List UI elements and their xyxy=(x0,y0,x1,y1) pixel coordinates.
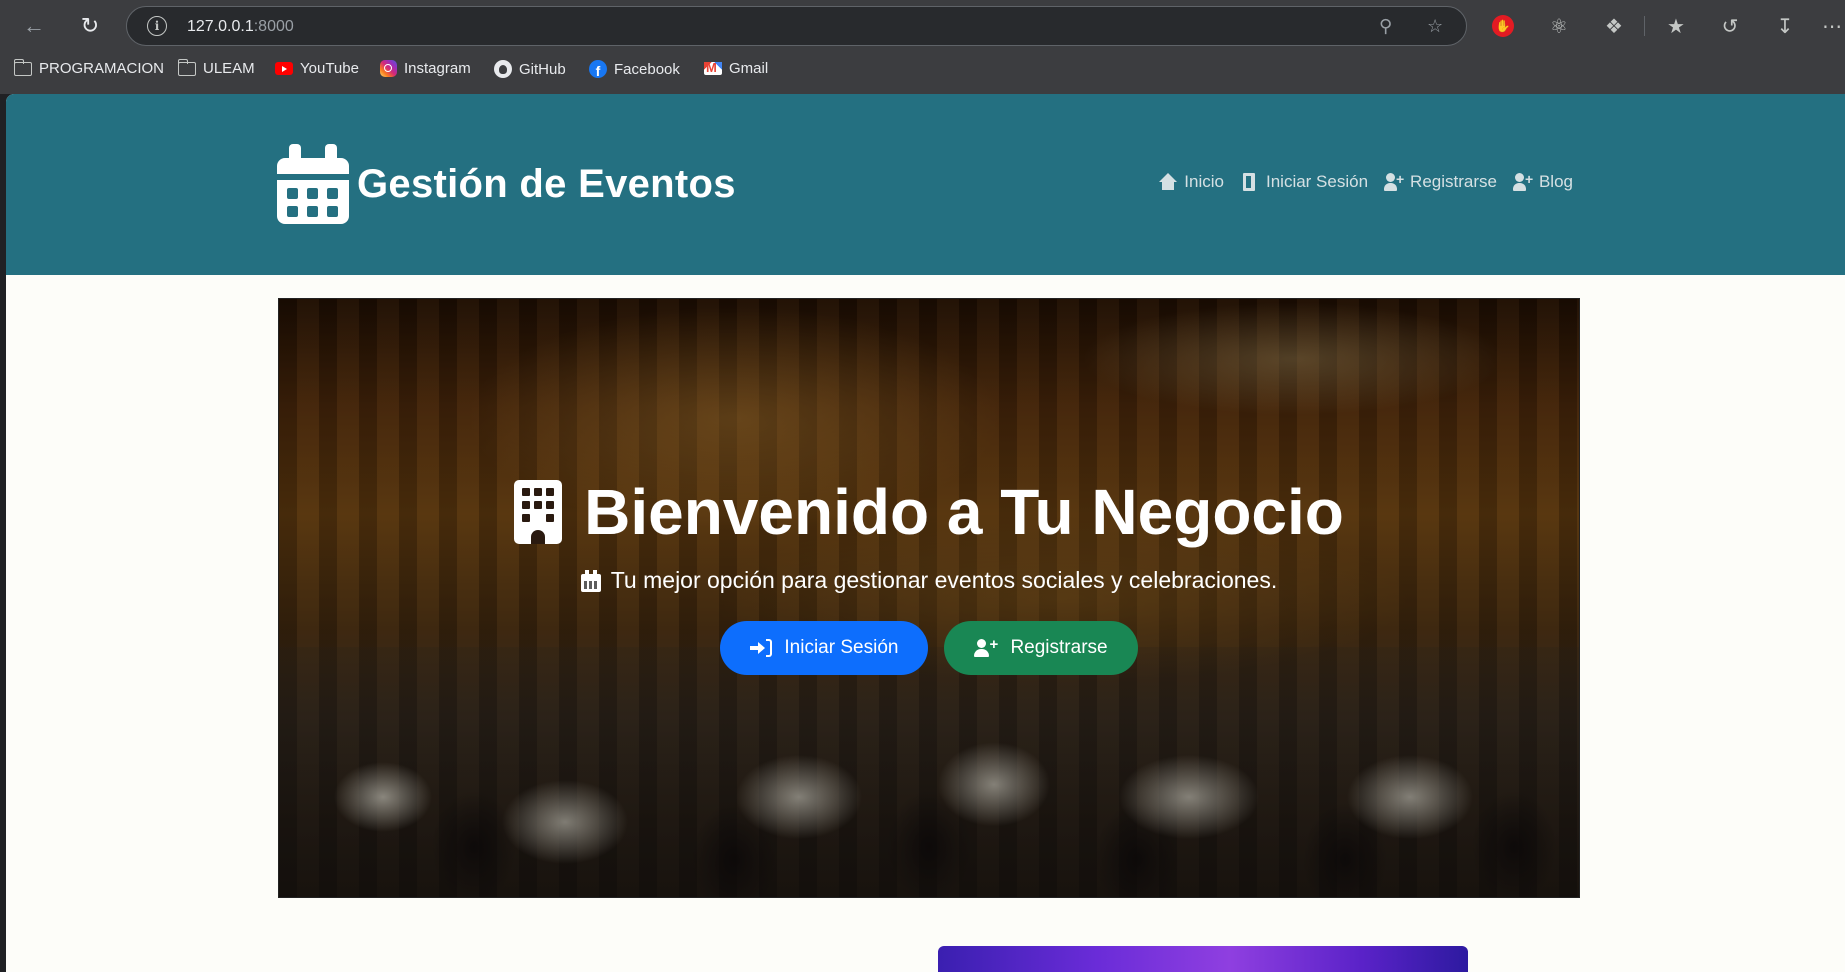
url-host: 127.0.0.1 xyxy=(187,18,254,35)
gmail-icon xyxy=(704,60,722,75)
bookmark-label: Facebook xyxy=(614,60,680,78)
user-plus-icon xyxy=(974,636,998,657)
downloads-icon[interactable]: ↧ xyxy=(1771,12,1799,40)
adblock-extension-icon[interactable]: ✋ xyxy=(1492,15,1514,37)
star-icon[interactable]: ☆ xyxy=(1427,16,1443,37)
calendar-icon xyxy=(277,144,349,224)
nav-iniciar-sesion[interactable]: Iniciar Sesión xyxy=(1240,172,1368,192)
zoom-out-icon[interactable]: ⚲ xyxy=(1379,16,1392,37)
nav-inicio[interactable]: Inicio xyxy=(1158,172,1224,192)
url-port: :8000 xyxy=(253,18,294,35)
building-icon xyxy=(514,480,563,544)
hero-banner: Bienvenido a Tu Negocio Tu mejor opción … xyxy=(278,298,1580,898)
reload-button[interactable]: ↻ xyxy=(74,10,106,42)
hero-content: Bienvenido a Tu Negocio Tu mejor opción … xyxy=(279,475,1579,675)
bookmarks-bar: PROGRAMACION ULEAM YouTube Instagram Git… xyxy=(0,56,1845,84)
folder-icon xyxy=(13,58,32,76)
bookmark-youtube[interactable]: YouTube xyxy=(275,60,359,77)
door-icon xyxy=(1240,173,1260,191)
sign-in-icon xyxy=(750,638,773,657)
bookmark-programacion[interactable]: PROGRAMACION xyxy=(13,58,165,77)
login-button[interactable]: Iniciar Sesión xyxy=(720,620,929,675)
instagram-icon xyxy=(380,60,397,77)
bookmark-label: GitHub xyxy=(519,60,566,78)
hero-title-text: Bienvenido a Tu Negocio xyxy=(584,476,1344,548)
browser-toolbar: ← ↻ i 127.0.0.1:8000 ⚲ ☆ ✋ ⚛ ❖ ★ ↺ ↧ ⋯ xyxy=(0,0,1845,50)
bookmark-gmail[interactable]: Gmail xyxy=(704,60,768,77)
home-icon xyxy=(1158,173,1178,191)
hero-title: Bienvenido a Tu Negocio xyxy=(514,475,1344,549)
next-section-card-image xyxy=(938,946,1468,972)
site-header: Gestión de Eventos Inicio Iniciar Sesión… xyxy=(6,94,1845,275)
nav-registrarse[interactable]: Registrarse xyxy=(1384,171,1497,192)
user-plus-icon xyxy=(1512,171,1533,191)
favorites-icon[interactable]: ★ xyxy=(1662,12,1690,40)
address-bar[interactable]: i 127.0.0.1:8000 ⚲ ☆ xyxy=(126,6,1467,46)
register-button[interactable]: Registrarse xyxy=(944,620,1138,675)
user-plus-icon xyxy=(1384,171,1404,191)
login-button-label: Iniciar Sesión xyxy=(784,636,899,658)
bookmark-instagram[interactable]: Instagram xyxy=(380,60,471,77)
brand-title: Gestión de Eventos xyxy=(357,161,736,206)
page-viewport: Gestión de Eventos Inicio Iniciar Sesión… xyxy=(6,94,1845,972)
hero-subtitle-text: Tu mejor opción para gestionar eventos s… xyxy=(610,567,1278,593)
youtube-icon xyxy=(275,62,293,75)
nav-blog[interactable]: Blog xyxy=(1512,171,1573,192)
register-button-label: Registrarse xyxy=(1010,636,1108,658)
site-info-icon[interactable]: i xyxy=(147,16,167,36)
bookmark-label: Instagram xyxy=(404,60,471,77)
folder-icon xyxy=(177,58,196,76)
address-url[interactable]: 127.0.0.1:8000 xyxy=(187,18,294,36)
bookmark-label: PROGRAMACION xyxy=(39,60,165,77)
bookmark-github[interactable]: GitHub xyxy=(494,60,566,78)
calendar-icon xyxy=(580,569,601,592)
hero-actions: Iniciar Sesión Registrarse xyxy=(279,620,1579,675)
nav-label: Iniciar Sesión xyxy=(1265,172,1369,191)
bookmark-facebook[interactable]: f Facebook xyxy=(589,60,680,78)
bookmark-uleam[interactable]: ULEAM xyxy=(177,58,255,77)
nav-label: Inicio xyxy=(1184,172,1224,191)
extensions-icon[interactable]: ❖ xyxy=(1600,12,1628,40)
bookmark-label: ULEAM xyxy=(203,60,255,77)
facebook-icon: f xyxy=(589,60,607,78)
toolbar-separator xyxy=(1644,16,1645,36)
history-icon[interactable]: ↺ xyxy=(1716,12,1744,40)
react-extension-icon[interactable]: ⚛ xyxy=(1545,12,1573,40)
bookmark-label: Gmail xyxy=(729,60,769,77)
nav-label: Registrarse xyxy=(1410,172,1497,191)
github-icon xyxy=(494,60,512,78)
nav-label: Blog xyxy=(1538,172,1573,191)
hero-subtitle: Tu mejor opción para gestionar eventos s… xyxy=(580,567,1278,594)
more-menu-icon[interactable]: ⋯ xyxy=(1818,12,1845,40)
browser-chrome: ← ↻ i 127.0.0.1:8000 ⚲ ☆ ✋ ⚛ ❖ ★ ↺ ↧ ⋯ P… xyxy=(0,0,1845,94)
main-nav: Inicio Iniciar Sesión Registrarse Blog xyxy=(1158,171,1573,192)
bookmark-label: YouTube xyxy=(300,60,359,77)
back-button[interactable]: ← xyxy=(18,10,50,42)
brand-logo-link[interactable]: Gestión de Eventos xyxy=(277,144,736,224)
